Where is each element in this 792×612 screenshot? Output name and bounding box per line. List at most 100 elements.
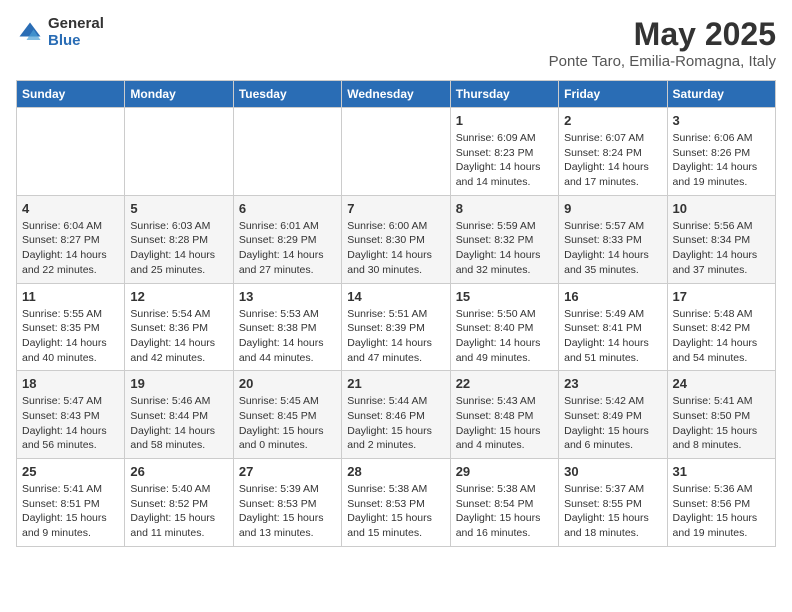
days-of-week-row: SundayMondayTuesdayWednesdayThursdayFrid… [17, 81, 776, 108]
calendar-body: 1 Sunrise: 6:09 AM Sunset: 8:23 PM Daylig… [17, 108, 776, 547]
day-header-friday: Friday [559, 81, 667, 108]
day-number: 18 [22, 376, 119, 391]
day-header-saturday: Saturday [667, 81, 775, 108]
calendar-cell: 30 Sunrise: 5:37 AM Sunset: 8:55 PM Dayli… [559, 459, 667, 547]
calendar-cell: 6Sunrise: 6:01 AM Sunset: 8:29 PM Daylig… [233, 195, 341, 283]
day-number: 30 [564, 464, 661, 479]
calendar-cell: 13 Sunrise: 5:53 AM Sunset: 8:38 PM Dayli… [233, 283, 341, 371]
day-number: 8 [456, 201, 553, 216]
page-header: General Blue May 2025 Ponte Taro, Emilia… [16, 16, 776, 70]
calendar-cell [17, 108, 125, 196]
title-block: May 2025 Ponte Taro, Emilia-Romagna, Ita… [549, 16, 776, 70]
day-number: 28 [347, 464, 444, 479]
day-number: 12 [130, 289, 227, 304]
day-number: 17 [673, 289, 770, 304]
calendar-cell: 3Sunrise: 6:06 AM Sunset: 8:26 PM Daylig… [667, 108, 775, 196]
day-info: Sunrise: 6:07 AM Sunset: 8:24 PM Dayligh… [564, 131, 661, 190]
calendar-cell: 23 Sunrise: 5:42 AM Sunset: 8:49 PM Dayli… [559, 371, 667, 459]
day-number: 25 [22, 464, 119, 479]
calendar-cell: 29Sunrise: 5:38 AM Sunset: 8:54 PM Dayli… [450, 459, 558, 547]
day-info: Sunrise: 6:09 AM Sunset: 8:23 PM Dayligh… [456, 131, 553, 190]
day-info: Sunrise: 5:53 AM Sunset: 8:38 PM Dayligh… [239, 307, 336, 366]
day-info: Sunrise: 5:44 AM Sunset: 8:46 PM Dayligh… [347, 394, 444, 453]
calendar-cell: 1 Sunrise: 6:09 AM Sunset: 8:23 PM Daylig… [450, 108, 558, 196]
calendar-cell: 24 Sunrise: 5:41 AM Sunset: 8:50 PM Dayli… [667, 371, 775, 459]
day-info: Sunrise: 5:40 AM Sunset: 8:52 PM Dayligh… [130, 482, 227, 541]
calendar-cell: 8 Sunrise: 5:59 AM Sunset: 8:32 PM Daylig… [450, 195, 558, 283]
day-number: 3 [673, 113, 770, 128]
day-header-thursday: Thursday [450, 81, 558, 108]
day-info: Sunrise: 5:46 AM Sunset: 8:44 PM Dayligh… [130, 394, 227, 453]
calendar-week-1: 1 Sunrise: 6:09 AM Sunset: 8:23 PM Daylig… [17, 108, 776, 196]
calendar-cell: 12Sunrise: 5:54 AM Sunset: 8:36 PM Dayli… [125, 283, 233, 371]
calendar-week-5: 25 Sunrise: 5:41 AM Sunset: 8:51 PM Dayli… [17, 459, 776, 547]
logo-general-text: General [48, 16, 104, 33]
day-info: Sunrise: 5:57 AM Sunset: 8:33 PM Dayligh… [564, 219, 661, 278]
day-number: 26 [130, 464, 227, 479]
logo: General Blue [16, 16, 104, 49]
day-info: Sunrise: 5:42 AM Sunset: 8:49 PM Dayligh… [564, 394, 661, 453]
day-info: Sunrise: 5:36 AM Sunset: 8:56 PM Dayligh… [673, 482, 770, 541]
day-info: Sunrise: 5:47 AM Sunset: 8:43 PM Dayligh… [22, 394, 119, 453]
day-info: Sunrise: 5:43 AM Sunset: 8:48 PM Dayligh… [456, 394, 553, 453]
calendar-week-3: 11Sunrise: 5:55 AM Sunset: 8:35 PM Dayli… [17, 283, 776, 371]
day-header-wednesday: Wednesday [342, 81, 450, 108]
logo-icon [16, 19, 44, 47]
calendar-cell: 18 Sunrise: 5:47 AM Sunset: 8:43 PM Dayli… [17, 371, 125, 459]
calendar-cell: 26 Sunrise: 5:40 AM Sunset: 8:52 PM Dayli… [125, 459, 233, 547]
calendar-cell: 17Sunrise: 5:48 AM Sunset: 8:42 PM Dayli… [667, 283, 775, 371]
calendar-cell: 2 Sunrise: 6:07 AM Sunset: 8:24 PM Daylig… [559, 108, 667, 196]
calendar-cell: 31 Sunrise: 5:36 AM Sunset: 8:56 PM Dayli… [667, 459, 775, 547]
day-info: Sunrise: 5:41 AM Sunset: 8:50 PM Dayligh… [673, 394, 770, 453]
day-info: Sunrise: 5:41 AM Sunset: 8:51 PM Dayligh… [22, 482, 119, 541]
day-number: 24 [673, 376, 770, 391]
day-number: 23 [564, 376, 661, 391]
calendar-cell [342, 108, 450, 196]
day-header-sunday: Sunday [17, 81, 125, 108]
day-info: Sunrise: 5:37 AM Sunset: 8:55 PM Dayligh… [564, 482, 661, 541]
day-info: Sunrise: 5:38 AM Sunset: 8:54 PM Dayligh… [456, 482, 553, 541]
calendar-table: SundayMondayTuesdayWednesdayThursdayFrid… [16, 80, 776, 547]
calendar-cell: 28 Sunrise: 5:38 AM Sunset: 8:53 PM Dayli… [342, 459, 450, 547]
calendar-cell: 22 Sunrise: 5:43 AM Sunset: 8:48 PM Dayli… [450, 371, 558, 459]
calendar-week-2: 4 Sunrise: 6:04 AM Sunset: 8:27 PM Daylig… [17, 195, 776, 283]
day-info: Sunrise: 5:50 AM Sunset: 8:40 PM Dayligh… [456, 307, 553, 366]
day-number: 13 [239, 289, 336, 304]
location-title: Ponte Taro, Emilia-Romagna, Italy [549, 53, 776, 70]
day-number: 2 [564, 113, 661, 128]
day-number: 6 [239, 201, 336, 216]
logo-text: General Blue [48, 16, 104, 49]
day-number: 11 [22, 289, 119, 304]
day-info: Sunrise: 5:51 AM Sunset: 8:39 PM Dayligh… [347, 307, 444, 366]
calendar-cell: 15 Sunrise: 5:50 AM Sunset: 8:40 PM Dayli… [450, 283, 558, 371]
calendar-cell: 16 Sunrise: 5:49 AM Sunset: 8:41 PM Dayli… [559, 283, 667, 371]
day-info: Sunrise: 6:04 AM Sunset: 8:27 PM Dayligh… [22, 219, 119, 278]
calendar-header: SundayMondayTuesdayWednesdayThursdayFrid… [17, 81, 776, 108]
day-number: 15 [456, 289, 553, 304]
calendar-cell: 19Sunrise: 5:46 AM Sunset: 8:44 PM Dayli… [125, 371, 233, 459]
day-number: 27 [239, 464, 336, 479]
logo-blue-text: Blue [48, 33, 104, 50]
day-number: 5 [130, 201, 227, 216]
month-title: May 2025 [549, 16, 776, 53]
calendar-cell: 11Sunrise: 5:55 AM Sunset: 8:35 PM Dayli… [17, 283, 125, 371]
day-info: Sunrise: 5:56 AM Sunset: 8:34 PM Dayligh… [673, 219, 770, 278]
day-number: 4 [22, 201, 119, 216]
day-info: Sunrise: 5:59 AM Sunset: 8:32 PM Dayligh… [456, 219, 553, 278]
day-number: 31 [673, 464, 770, 479]
calendar-cell: 5 Sunrise: 6:03 AM Sunset: 8:28 PM Daylig… [125, 195, 233, 283]
day-info: Sunrise: 5:49 AM Sunset: 8:41 PM Dayligh… [564, 307, 661, 366]
calendar-cell: 21 Sunrise: 5:44 AM Sunset: 8:46 PM Dayli… [342, 371, 450, 459]
calendar-cell: 27Sunrise: 5:39 AM Sunset: 8:53 PM Dayli… [233, 459, 341, 547]
day-info: Sunrise: 6:03 AM Sunset: 8:28 PM Dayligh… [130, 219, 227, 278]
day-number: 16 [564, 289, 661, 304]
calendar-cell: 20Sunrise: 5:45 AM Sunset: 8:45 PM Dayli… [233, 371, 341, 459]
day-number: 21 [347, 376, 444, 391]
day-header-tuesday: Tuesday [233, 81, 341, 108]
calendar-cell: 25 Sunrise: 5:41 AM Sunset: 8:51 PM Dayli… [17, 459, 125, 547]
day-number: 10 [673, 201, 770, 216]
day-number: 1 [456, 113, 553, 128]
day-number: 7 [347, 201, 444, 216]
day-info: Sunrise: 5:38 AM Sunset: 8:53 PM Dayligh… [347, 482, 444, 541]
day-number: 22 [456, 376, 553, 391]
